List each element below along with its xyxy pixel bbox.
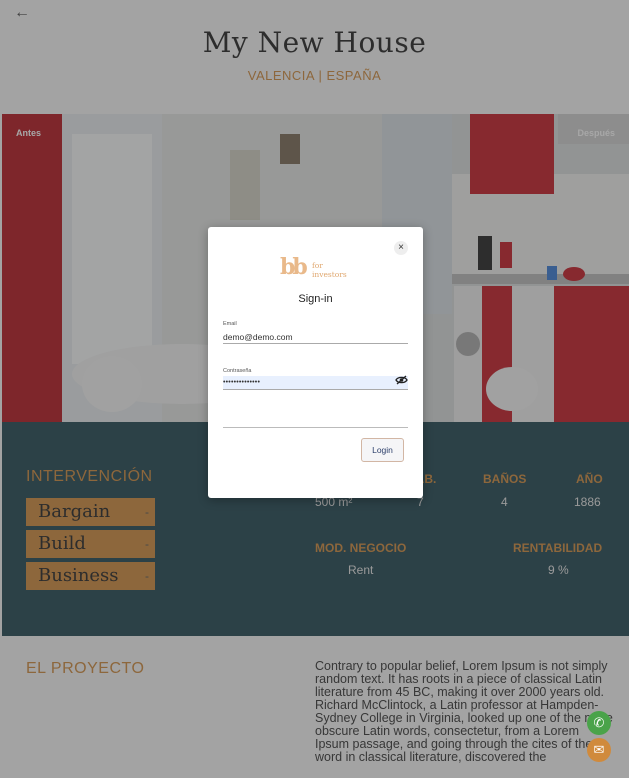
close-icon[interactable]: × bbox=[394, 241, 408, 255]
signin-title: Sign-in bbox=[298, 293, 333, 305]
mail-icon[interactable]: ✉ bbox=[587, 738, 611, 762]
logo-investors: investors bbox=[312, 270, 347, 279]
password-field[interactable] bbox=[223, 376, 408, 390]
login-button[interactable]: Login bbox=[361, 438, 404, 462]
divider bbox=[223, 427, 408, 428]
eye-off-icon[interactable] bbox=[395, 375, 408, 385]
password-label: Contraseña bbox=[223, 368, 252, 374]
logo-for: for bbox=[312, 261, 323, 270]
signin-modal: × bb for investors Sign-in Email Contras… bbox=[208, 227, 423, 498]
phone-icon[interactable]: ✆ bbox=[587, 711, 611, 735]
email-field[interactable] bbox=[223, 330, 408, 344]
email-label: Email bbox=[223, 321, 237, 327]
brand-logo: bb for investors bbox=[280, 255, 354, 283]
logo-mark: bb bbox=[280, 254, 308, 280]
